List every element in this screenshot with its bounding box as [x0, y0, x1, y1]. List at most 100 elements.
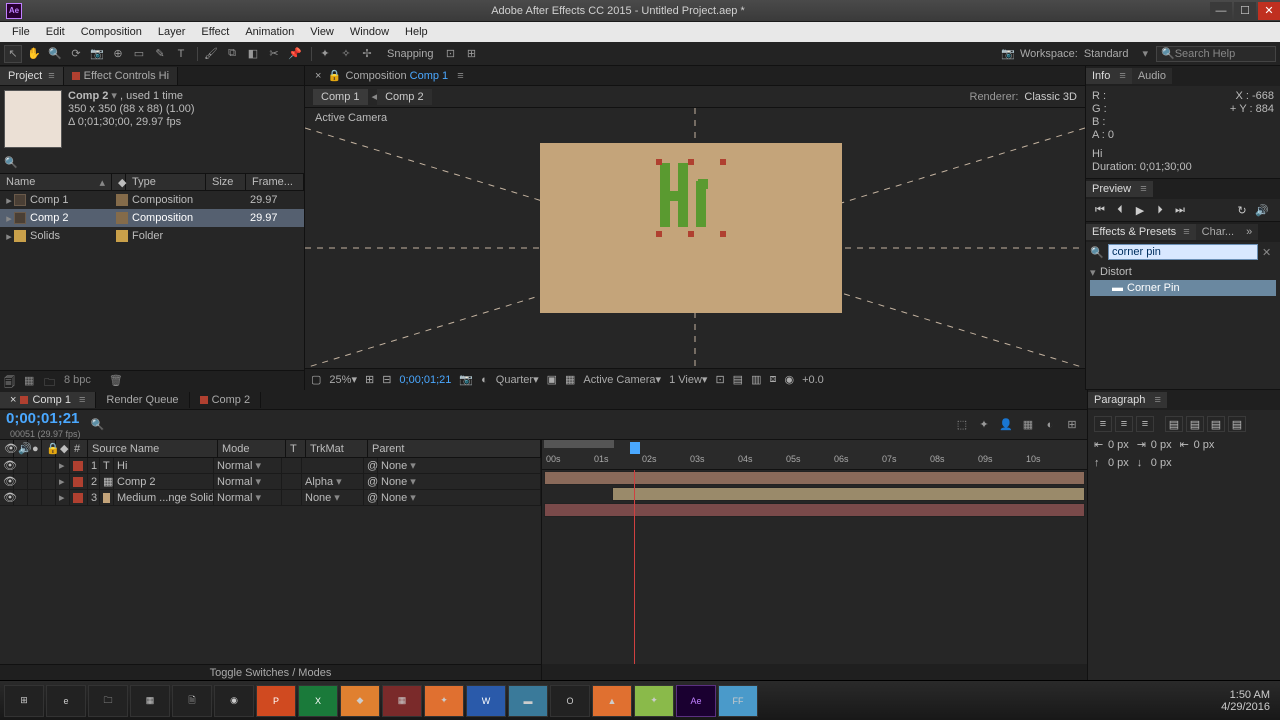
comp-canvas[interactable]	[540, 143, 842, 313]
comp-mini-flowchart-icon[interactable]: ⬚	[953, 417, 971, 433]
comp-panel-tab[interactable]: Composition Comp 1 ≡	[339, 68, 469, 84]
taskbar-ae-icon[interactable]: Ae	[676, 685, 716, 717]
comp-panel-close-icon[interactable]: ×	[309, 68, 327, 84]
exposure-value[interactable]: +0.0	[802, 374, 824, 386]
layer-hi[interactable]	[660, 163, 722, 233]
taskbar-app6-icon[interactable]: FF	[718, 685, 758, 717]
timeline-layer-row[interactable]: 👁 ▸ 2 ▦ Comp 2 Normal▾ Alpha▾ @ None▾	[0, 474, 541, 490]
taskbar-ie-icon[interactable]: e	[46, 685, 86, 717]
taskbar-blender-icon[interactable]: ✦	[424, 685, 464, 717]
clone-tool[interactable]: ⧉	[223, 45, 241, 63]
col-audio-icon[interactable]: 🔊	[14, 440, 28, 457]
pickwhip-icon[interactable]: @	[367, 492, 378, 504]
menu-help[interactable]: Help	[397, 24, 436, 40]
composition-viewer[interactable]: Active Camera	[305, 108, 1085, 368]
clear-search-icon[interactable]: ✕	[1262, 246, 1276, 259]
bpc-button[interactable]: 8 bpc	[64, 374, 91, 388]
tab-audio[interactable]: Audio	[1132, 68, 1172, 84]
first-frame-button[interactable]: ⏮	[1092, 203, 1108, 217]
project-row[interactable]: ▸ Solids Folder	[0, 227, 304, 245]
align-right-button[interactable]: ≡	[1136, 416, 1154, 432]
col-lock-icon[interactable]: 🔒	[42, 440, 56, 457]
col-label-icon[interactable]: ◆	[112, 174, 126, 190]
show-channel-icon[interactable]: ◐	[481, 374, 488, 386]
resolution-icon[interactable]: ⊞	[365, 373, 374, 386]
eraser-tool[interactable]: ◧	[244, 45, 262, 63]
puppet-tool[interactable]: 📌	[286, 45, 304, 63]
tab-effect-controls[interactable]: Effect Controls Hi	[64, 67, 178, 85]
menu-effect[interactable]: Effect	[193, 24, 237, 40]
timeline-layer-row[interactable]: 👁 ▸ 3 Medium ...nge Solid 1 Normal▾ None…	[0, 490, 541, 506]
loop-button[interactable]: ↻	[1234, 203, 1250, 217]
camera-tool[interactable]: 📷	[88, 45, 106, 63]
lock-icon[interactable]: 🔒	[327, 69, 339, 82]
space-before-value[interactable]: 0 px	[1108, 457, 1129, 469]
exposure-reset-icon[interactable]: ◉	[784, 373, 794, 386]
tab-effects-presets[interactable]: Effects & Presets ≡	[1086, 224, 1196, 240]
align-left-button[interactable]: ≡	[1094, 416, 1112, 432]
local-axis-icon[interactable]: ✦	[316, 45, 334, 63]
search-help-input[interactable]: 🔍 Search Help	[1156, 46, 1276, 62]
taskbar-explorer-icon[interactable]: 🗀	[88, 685, 128, 717]
snap-option-icon[interactable]: ⊡	[442, 45, 460, 63]
taskbar-word-icon[interactable]: W	[466, 685, 506, 717]
align-center-button[interactable]: ≡	[1115, 416, 1133, 432]
taskbar-app4-icon[interactable]: ▬	[508, 685, 548, 717]
snap-option2-icon[interactable]: ⊞	[463, 45, 481, 63]
indent-right-value[interactable]: 0 px	[1194, 439, 1215, 451]
rectangle-tool[interactable]: ▭	[130, 45, 148, 63]
col-frame[interactable]: Frame...	[246, 174, 304, 190]
justify-right-button[interactable]: ▤	[1207, 416, 1225, 432]
taskbar-chrome-icon[interactable]: ◉	[214, 685, 254, 717]
rotation-tool[interactable]: ⟳	[67, 45, 85, 63]
prev-frame-button[interactable]: ⏴	[1112, 203, 1128, 217]
fast-draft-icon[interactable]: ▤	[733, 373, 743, 386]
space-after-value[interactable]: 0 px	[1151, 457, 1172, 469]
trash-icon[interactable]: 🗑	[109, 374, 123, 388]
indent-left-value[interactable]: 0 px	[1108, 439, 1129, 451]
col-t[interactable]: T	[286, 440, 306, 457]
taskbar-app3-icon[interactable]: ▦	[382, 685, 422, 717]
project-search[interactable]: 🔍	[0, 152, 304, 173]
renderer-value[interactable]: Classic 3D	[1024, 91, 1077, 103]
search-timeline-icon[interactable]: 🔍	[91, 418, 105, 431]
pickwhip-icon[interactable]: @	[367, 460, 378, 472]
menu-file[interactable]: File	[4, 24, 38, 40]
hide-shy-icon[interactable]: 👤	[997, 417, 1015, 433]
col-trkmat[interactable]: TrkMat	[306, 440, 368, 457]
hand-tool[interactable]: ✋	[25, 45, 43, 63]
justify-all-button[interactable]: ▤	[1228, 416, 1246, 432]
col-source-name[interactable]: Source Name	[88, 440, 218, 457]
new-comp-icon[interactable]: ▦	[24, 374, 38, 388]
menu-edit[interactable]: Edit	[38, 24, 73, 40]
panel-overflow-icon[interactable]: »	[1240, 224, 1258, 240]
workspace-value[interactable]: Standard	[1084, 48, 1129, 60]
indent-first-value[interactable]: 0 px	[1151, 439, 1172, 451]
pixel-aspect-icon[interactable]: ⊡	[715, 373, 724, 386]
view-axis-icon[interactable]: ✢	[358, 45, 376, 63]
graph-editor-icon[interactable]: ⊞	[1063, 417, 1081, 433]
roto-tool[interactable]: ✂	[265, 45, 283, 63]
tab-preview[interactable]: Preview ≡	[1086, 181, 1153, 197]
search-icon[interactable]: 📷	[999, 45, 1017, 63]
col-mode[interactable]: Mode	[218, 440, 286, 457]
comp-flowchart-icon[interactable]: ⧈	[769, 373, 776, 386]
menu-view[interactable]: View	[302, 24, 342, 40]
draft-3d-icon[interactable]: ✦	[975, 417, 993, 433]
effects-group-row[interactable]: ▾Distort	[1090, 264, 1276, 280]
menu-animation[interactable]: Animation	[237, 24, 302, 40]
brush-tool[interactable]: 🖌	[202, 45, 220, 63]
taskbar-app5-icon[interactable]: ✦	[634, 685, 674, 717]
cti-head-icon[interactable]	[630, 442, 640, 454]
col-type[interactable]: Type	[126, 174, 206, 190]
snapping-label[interactable]: Snapping	[387, 48, 434, 60]
pen-tool[interactable]: ✎	[151, 45, 169, 63]
taskbar-ppt-icon[interactable]: P	[256, 685, 296, 717]
effects-search-input[interactable]	[1108, 244, 1258, 260]
interpret-footage-icon[interactable]: 🗐	[4, 374, 18, 388]
system-clock[interactable]: 1:50 AM 4/29/2016	[1221, 689, 1276, 713]
motion-blur-icon[interactable]: ◐	[1041, 417, 1059, 433]
taskbar-vlc-icon[interactable]: ▲	[592, 685, 632, 717]
taskbar-app-icon[interactable]: ▦	[130, 685, 170, 717]
timeline-tracks[interactable]	[542, 470, 1087, 664]
